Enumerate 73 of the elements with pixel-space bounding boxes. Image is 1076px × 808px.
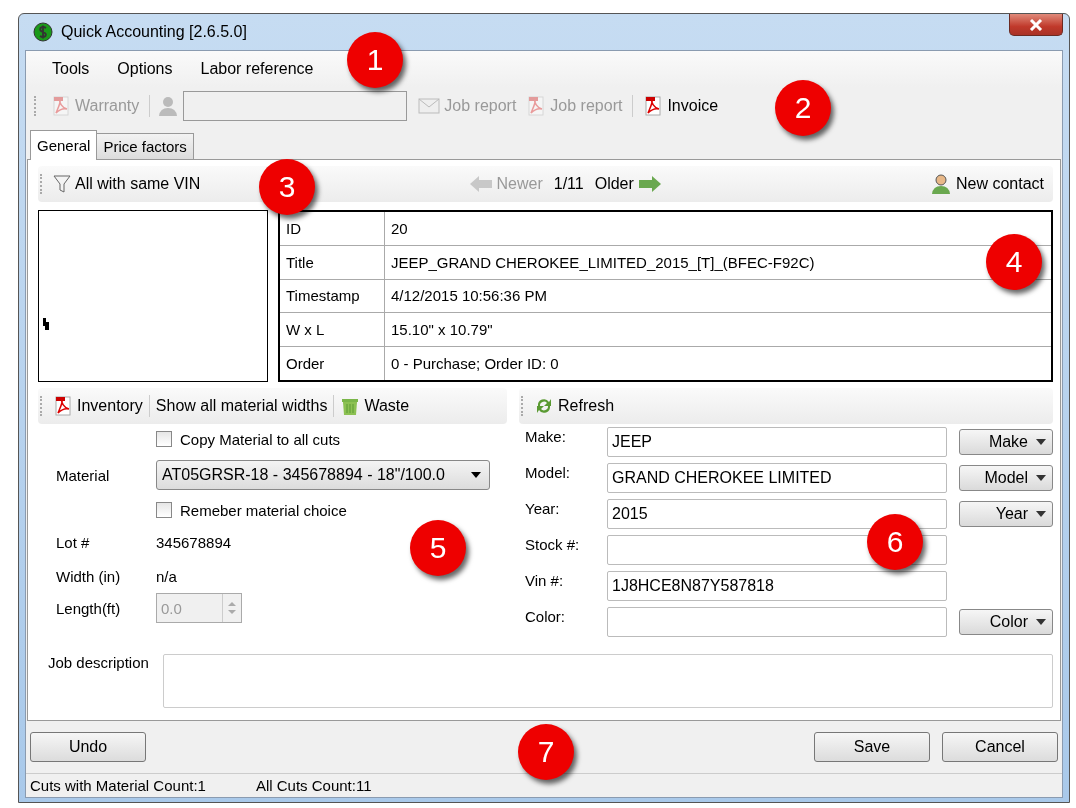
inventory-button[interactable]: Inventory: [50, 394, 146, 418]
older-button[interactable]: Older: [591, 173, 665, 195]
dropdown-icon: [1036, 439, 1046, 445]
right-arrow-icon: [637, 175, 662, 193]
envelope-icon: [418, 97, 441, 115]
input-field[interactable]: 1J8HCE8N87Y587818: [607, 571, 947, 601]
dollar-icon: [33, 22, 53, 42]
undo-button[interactable]: Undo: [30, 732, 146, 762]
left-arrow-icon: [468, 175, 493, 193]
checkbox-label: Copy Material to all cuts: [180, 430, 341, 448]
input-field[interactable]: JEEP: [607, 427, 947, 457]
field-label: Length(ft): [55, 599, 122, 617]
checkbox[interactable]: [156, 431, 172, 447]
field-label: Material: [55, 466, 111, 484]
contact-field[interactable]: [183, 91, 408, 121]
funnel-icon: [53, 174, 71, 194]
field-label: Model:: [525, 463, 572, 481]
trash-icon: [340, 396, 361, 416]
width-value: n/a: [156, 567, 177, 585]
field-label: Make:: [525, 427, 567, 445]
field-label: Color:: [525, 607, 566, 625]
refresh-button[interactable]: Refresh: [531, 394, 618, 418]
filter-button[interactable]: All with same VIN: [50, 172, 204, 196]
status-text: Cuts with Material Count:1: [30, 776, 206, 794]
field-label: Vin #:: [525, 571, 565, 589]
menu-item[interactable]: Tools: [38, 56, 104, 82]
dropdown-icon: [1036, 619, 1046, 625]
field-label: Lot #: [55, 533, 91, 551]
pdf-icon: [51, 96, 71, 116]
person-icon: [157, 95, 180, 117]
dropdown-icon: [471, 472, 481, 478]
tab[interactable]: General: [30, 130, 98, 160]
field-label: Width (in): [55, 567, 122, 585]
dropdown-button[interactable]: Year: [959, 501, 1053, 527]
table-cell: Title: [279, 245, 385, 280]
checkbox-label: Remeber material choice: [180, 501, 347, 519]
dropdown-icon: [1036, 475, 1046, 481]
waste-button[interactable]: Waste: [337, 394, 413, 418]
cancel-button[interactable]: Cancel: [942, 732, 1058, 762]
job-description-field[interactable]: [162, 654, 1053, 708]
page-position: 1/11: [553, 175, 584, 193]
menu-item[interactable]: Labor reference: [186, 56, 328, 82]
close-icon: [1029, 18, 1043, 31]
close-button[interactable]: [1009, 14, 1063, 36]
status-text: All Cuts Count:11: [255, 776, 372, 794]
dropdown-button[interactable]: Model: [959, 465, 1053, 491]
show-widths-button[interactable]: Show all material widths: [152, 395, 331, 417]
checkbox[interactable]: [156, 502, 172, 518]
table-cell: Timestamp: [279, 279, 385, 313]
field-label: Stock #:: [525, 535, 581, 553]
input-field[interactable]: 2015: [607, 499, 947, 529]
material-dropdown[interactable]: AT05GRSR-18 - 345678894 - 18"/100.0: [156, 460, 490, 490]
window-title: Quick Accounting [2.6.5.0]: [61, 23, 247, 41]
dropdown-icon: [1036, 511, 1046, 517]
toolbar-button[interactable]: Invoice: [640, 94, 722, 118]
field-label: Year:: [525, 499, 561, 517]
menu-item[interactable]: Options: [103, 56, 187, 82]
input-field[interactable]: GRAND CHEROKEE LIMITED: [607, 463, 947, 493]
person-icon: [929, 173, 952, 195]
new-contact-button[interactable]: New contact: [926, 171, 1047, 197]
pdf-icon: [643, 96, 664, 116]
pdf-icon: [53, 396, 73, 416]
refresh-icon: [534, 396, 554, 416]
save-button[interactable]: Save: [814, 732, 930, 762]
dropdown-button[interactable]: Make: [959, 429, 1053, 455]
lot-value: 345678894: [156, 533, 232, 551]
shape-drawing: [42, 317, 50, 331]
input-field[interactable]: [607, 607, 947, 637]
field-label: Job description: [47, 654, 149, 671]
table-cell: W x L: [279, 312, 385, 347]
pdf-icon: [526, 96, 547, 116]
dropdown-button[interactable]: Color: [959, 609, 1053, 635]
tab[interactable]: Price factors: [96, 133, 194, 159]
